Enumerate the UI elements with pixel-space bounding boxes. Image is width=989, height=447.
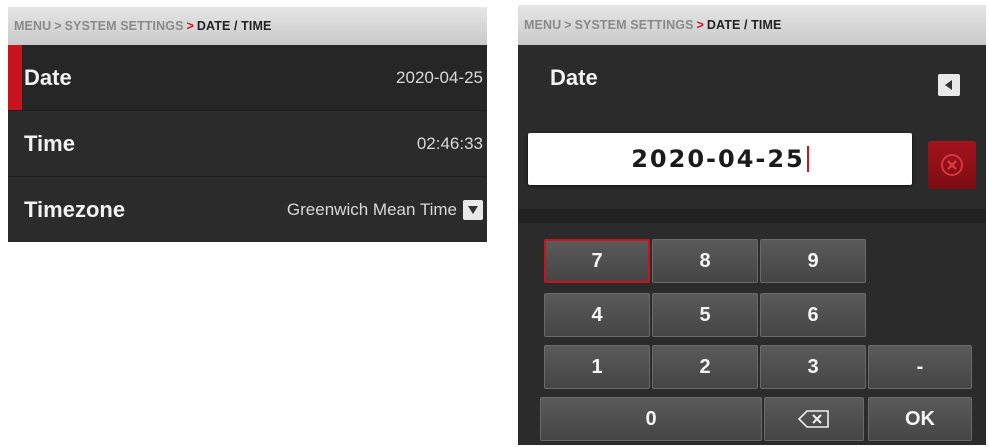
date-input-field[interactable]: 2020-04-25 [528,133,912,185]
key-2[interactable]: 2 [652,345,758,389]
breadcrumb-separator-active: > [186,19,194,33]
key-4[interactable]: 4 [544,293,650,337]
breadcrumb-menu[interactable]: MENU [14,19,51,33]
date-editor-panel: MENU > SYSTEM SETTINGS > DATE / TIME Dat… [518,5,986,445]
key-7[interactable]: 7 [544,239,650,283]
key-9[interactable]: 9 [760,239,866,283]
editor-title: Date [550,65,598,90]
timezone-select[interactable]: Greenwich Mean Time [287,200,483,220]
breadcrumb-current: DATE / TIME [196,19,272,33]
date-time-settings-panel: MENU > SYSTEM SETTINGS > DATE / TIME Dat… [8,7,487,242]
backspace-button[interactable] [764,397,864,441]
breadcrumb: MENU > SYSTEM SETTINGS > DATE / TIME [8,7,487,45]
selection-indicator [8,45,22,110]
settings-row-time[interactable]: Time 02:46:33 [8,111,487,177]
breadcrumb-system-settings[interactable]: SYSTEM SETTINGS [65,19,184,33]
key-1[interactable]: 1 [544,345,650,389]
ok-button[interactable]: OK [868,397,972,441]
key-0[interactable]: 0 [540,397,762,441]
back-arrow-icon[interactable] [938,74,960,96]
divider [518,209,986,223]
key-6[interactable]: 6 [760,293,866,337]
text-cursor [806,146,809,172]
settings-row-label: Time [24,130,75,156]
breadcrumb-current: DATE / TIME [706,18,782,32]
breadcrumb-menu[interactable]: MENU [524,18,561,32]
key-5[interactable]: 5 [652,293,758,337]
key-dash[interactable]: - [868,345,972,389]
clear-x-icon[interactable] [928,141,976,189]
breadcrumb-separator-active: > [696,18,704,32]
key-3[interactable]: 3 [760,345,866,389]
breadcrumb-separator: > [54,19,62,33]
key-8[interactable]: 8 [652,239,758,283]
settings-row-value: 2020-04-25 [396,67,483,87]
breadcrumb-system-settings[interactable]: SYSTEM SETTINGS [575,18,694,32]
settings-row-value: Greenwich Mean Time [286,200,457,219]
settings-row-label: Date [24,64,72,90]
settings-row-date[interactable]: Date 2020-04-25 [8,45,487,111]
settings-row-value: 02:46:33 [416,133,483,153]
breadcrumb: MENU > SYSTEM SETTINGS > DATE / TIME [518,5,986,45]
breadcrumb-separator: > [564,18,572,32]
settings-row-timezone[interactable]: Timezone Greenwich Mean Time [8,177,487,242]
backspace-icon [798,410,830,428]
date-input-value: 2020-04-25 [631,145,805,173]
chevron-down-icon[interactable] [463,200,483,220]
settings-row-label: Timezone [24,197,126,222]
